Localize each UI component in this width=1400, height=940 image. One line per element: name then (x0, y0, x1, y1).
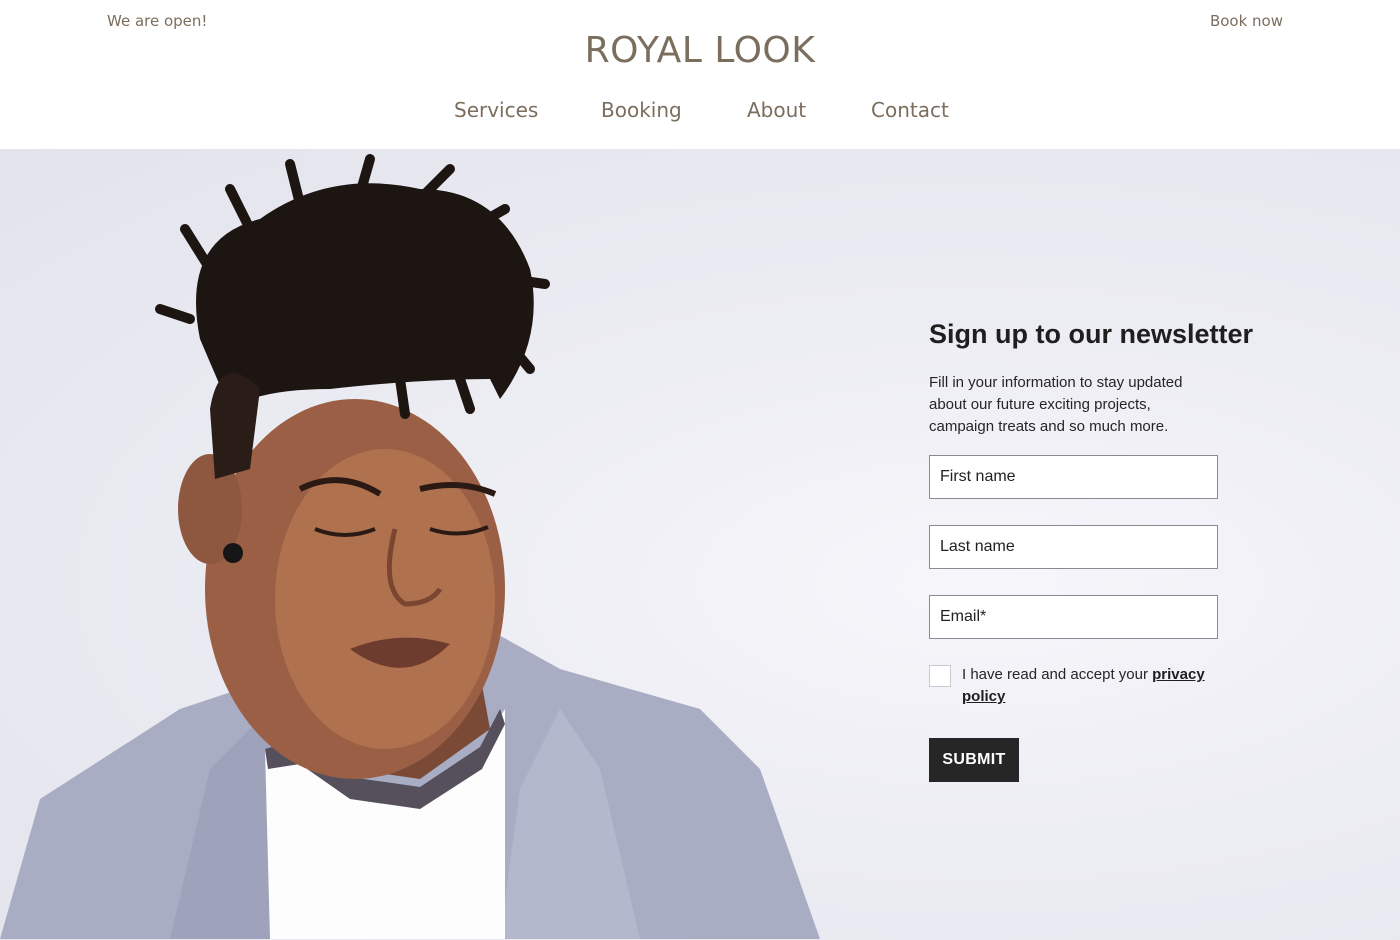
privacy-checkbox[interactable] (929, 665, 951, 687)
nav-services[interactable]: Services (454, 98, 538, 122)
consent-label: I have read and accept your privacy poli… (962, 664, 1222, 708)
open-status-text: We are open! (107, 12, 208, 30)
newsletter-description: Fill in your information to stay updated… (929, 374, 1183, 435)
hero-photo (0, 154, 820, 939)
nav-contact[interactable]: Contact (871, 98, 949, 122)
hero-section: Sign up to our newsletter Fill in your i… (0, 149, 1400, 940)
last-name-field[interactable] (929, 525, 1218, 569)
email-field[interactable] (929, 595, 1218, 639)
privacy-consent: I have read and accept your privacy poli… (929, 665, 1269, 708)
newsletter-form: Sign up to our newsletter Fill in your i… (929, 319, 1269, 782)
newsletter-title: Sign up to our newsletter (929, 319, 1254, 349)
site-header: We are open! ROYAL LOOK Book now Service… (0, 0, 1400, 149)
book-now-link[interactable]: Book now (1210, 12, 1283, 30)
nav-booking[interactable]: Booking (601, 98, 682, 122)
submit-button[interactable]: SUBMIT (929, 738, 1019, 782)
consent-prefix: I have read and accept your (962, 666, 1153, 683)
brand-logo[interactable]: ROYAL LOOK (0, 30, 1400, 71)
first-name-field[interactable] (929, 455, 1218, 499)
nav-about[interactable]: About (747, 98, 806, 122)
